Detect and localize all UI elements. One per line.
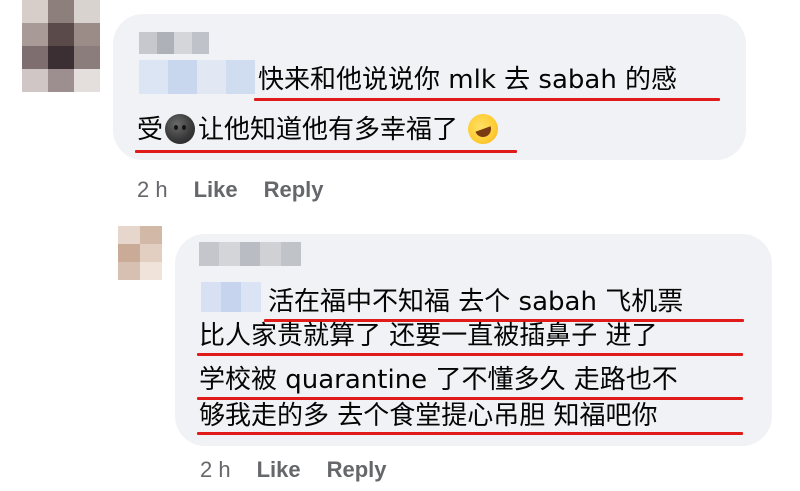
reply-button[interactable]: Reply <box>327 457 387 483</box>
red-underline <box>197 432 743 435</box>
red-underline <box>135 150 517 153</box>
new-moon-face-icon <box>165 114 196 144</box>
avatar-blurred[interactable] <box>22 0 100 92</box>
blurred-username <box>201 282 261 312</box>
comment-text-line: 比人家贵就算了 还要一直被插鼻子 进了 <box>199 321 658 351</box>
comment-timestamp[interactable]: 2 h <box>200 457 231 483</box>
reply-button[interactable]: Reply <box>264 177 324 203</box>
comment-text-line: 受 让他知道他有多幸福了 <box>137 109 503 149</box>
blurred-username <box>139 60 255 94</box>
comment-text-line: 快来和他说说你 mlk 去 sabah 的感 <box>258 65 678 95</box>
comment-text-line: 学校被 quarantine 了不懂多久 走路也不 <box>199 365 678 395</box>
comment-text-fragment: 受 <box>137 115 164 145</box>
comment-text-line: 活在福中不知福 去个 sabah 飞机票 <box>268 287 684 317</box>
comment-timestamp[interactable]: 2 h <box>137 177 168 203</box>
avatar-blurred[interactable] <box>118 226 162 280</box>
blurred-username <box>199 242 302 266</box>
blurred-username <box>139 32 209 54</box>
like-button[interactable]: Like <box>257 457 301 483</box>
comment-actions: 2 h Like Reply <box>200 457 387 483</box>
comment-text-fragment: 让他知道他有多幸福了 <box>198 115 459 145</box>
comment-actions: 2 h Like Reply <box>137 177 324 203</box>
like-button[interactable]: Like <box>194 177 238 203</box>
red-underline <box>197 353 743 356</box>
red-underline <box>254 98 720 101</box>
comment-text-line: 够我走的多 去个食堂提心吊胆 知福吧你 <box>199 401 658 431</box>
laughing-emoji-icon <box>463 109 503 149</box>
